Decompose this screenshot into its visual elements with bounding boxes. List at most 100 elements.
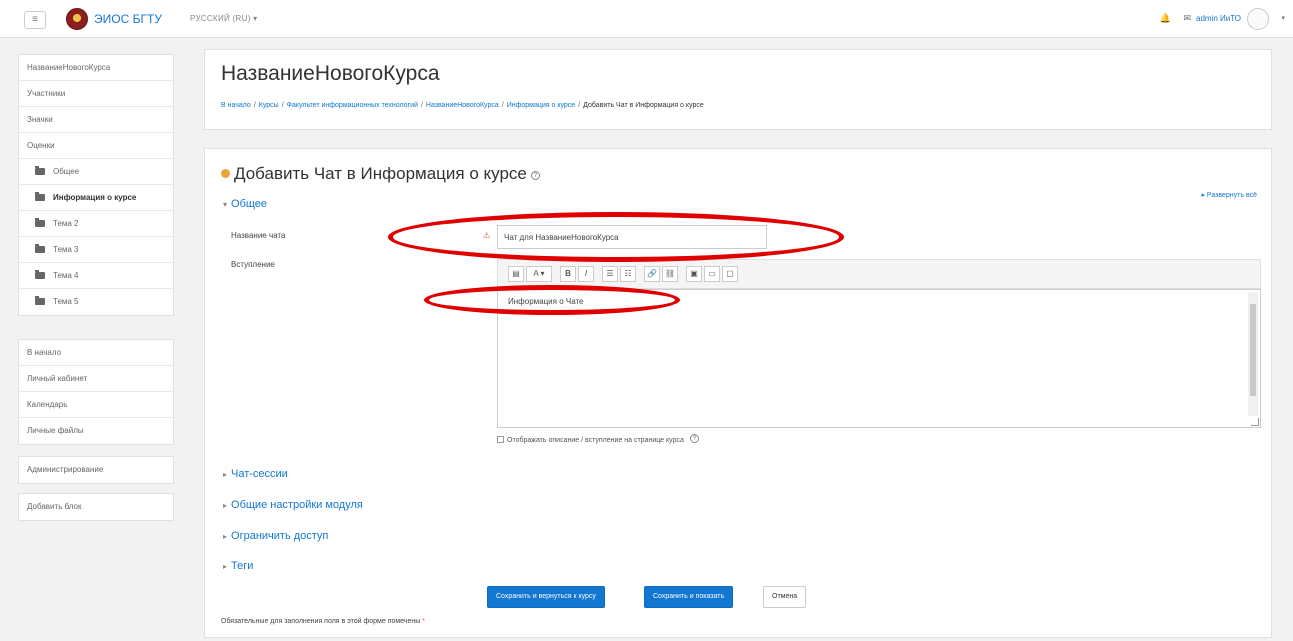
ordered-list-icon[interactable]: ☷ [620,266,636,282]
chevron-down-icon: ▾ [223,200,228,209]
folder-icon [35,244,45,253]
italic-icon[interactable]: I [578,266,594,282]
show-description-row: Отображать описание / вступление на стра… [497,434,699,444]
breadcrumb-section[interactable]: Информация о курсе [507,102,576,109]
site-logo[interactable] [66,8,88,30]
sidebar-item-label: Тема 2 [53,219,79,228]
breadcrumb: В начало / Курсы / Факультет информационных … [221,102,704,109]
top-navbar: ≡ ЭИОС БГТУ РУССКИЙ (RU) ▾ 🔔 ✉ admin ИиТ… [0,0,1293,38]
sidebar-item-course-info[interactable]: Информация о курсе [19,185,173,211]
show-description-checkbox[interactable] [497,436,504,443]
folder-icon [35,218,45,227]
section-tags-toggle[interactable]: ▸ Теги [223,560,253,572]
section-restrict-access-toggle[interactable]: ▸ Ограничить доступ [223,530,328,542]
chat-name-label: Название чата [231,231,286,240]
save-and-display-button[interactable]: Сохранить и показать [644,586,734,608]
sidebar-item-label: Календарь [27,400,68,409]
site-name[interactable]: ЭИОС БГТУ [94,12,162,26]
sidebar-item-general[interactable]: Общее [19,159,173,185]
breadcrumb-separator: / [578,102,581,109]
unordered-list-icon[interactable]: ☰ [602,266,618,282]
sidebar-item-label: Администрирование [27,465,104,474]
messages-icon[interactable]: ✉ [1183,13,1191,23]
sidebar-item-topic-3[interactable]: Тема 3 [19,237,173,263]
scrollbar-thumb[interactable] [1250,304,1256,396]
font-style-icon[interactable]: A ▾ [526,266,552,282]
image-icon[interactable]: ▣ [686,266,702,282]
sidebar-item-dashboard[interactable]: Личный кабинет [19,366,173,392]
chevron-right-icon: ▸ [223,532,228,541]
sidebar-item-grades[interactable]: Оценки [19,133,173,159]
chat-name-input[interactable] [497,225,767,249]
sidebar-item-label: Тема 3 [53,245,79,254]
course-navigation-block: НазваниеНовогоКурса Участники Значки Оце… [18,54,174,316]
add-activity-form: Добавить Чат в Информация о курсе? ▸ Раз… [204,148,1272,638]
breadcrumb-separator: / [420,102,423,109]
section-label: Чат-сессии [231,468,288,480]
sidebar-item-topic-2[interactable]: Тема 2 [19,211,173,237]
sidebar-item-label: Личный кабинет [27,374,88,383]
toolbar-toggle-icon[interactable]: ▤ [508,266,524,282]
intro-editor[interactable]: Информация о Чате [497,289,1261,428]
link-icon[interactable]: 🔗 [644,266,660,282]
page-title: НазваниеНовогоКурса [221,62,440,85]
avatar[interactable] [1247,8,1269,30]
chevron-right-icon: ▸ [223,501,228,510]
breadcrumb-course[interactable]: НазваниеНовогоКурса [426,102,499,109]
show-description-label: Отображать описание / вступление на стра… [507,437,684,444]
section-label: Ограничить доступ [231,530,329,542]
resize-handle[interactable] [1251,418,1259,426]
section-chat-sessions-toggle[interactable]: ▸ Чат-сессии [223,468,288,480]
sidebar-item-label: Значки [27,115,53,124]
required-star: * [422,618,426,625]
sidebar-item-course[interactable]: НазваниеНовогоКурса [19,55,173,81]
sidebar-item-badges[interactable]: Значки [19,107,173,133]
notifications-icon[interactable]: 🔔 [1160,13,1171,23]
help-icon[interactable]: ? [689,434,699,443]
sidebar-item-participants[interactable]: Участники [19,81,173,107]
sidebar-item-add-block[interactable]: Добавить блок [19,494,173,520]
folder-icon [35,192,45,201]
sidebar-item-topic-4[interactable]: Тема 4 [19,263,173,289]
required-fields-note: Обязательные для заполнения поля в этой … [221,618,425,625]
intro-editor-text: Информация о Чате [508,297,584,306]
sidebar-item-calendar[interactable]: Календарь [19,392,173,418]
media-icon[interactable]: ▭ [704,266,720,282]
unlink-icon[interactable]: ⛓ [662,266,678,282]
user-menu-name[interactable]: admin ИиТО [1196,14,1241,23]
bold-icon[interactable]: B [560,266,576,282]
save-and-return-button[interactable]: Сохранить и вернуться к курсу [487,586,605,608]
chat-icon [221,169,230,178]
breadcrumb-faculty[interactable]: Факультет информационных технологий [287,102,418,109]
sidebar-item-private-files[interactable]: Личные файлы [19,418,173,444]
breadcrumb-current: Добавить Чат в Информация о курсе [583,102,704,109]
breadcrumb-courses[interactable]: Курсы [259,102,279,109]
required-note-text: Обязательные для заполнения поля в этой … [221,618,421,625]
breadcrumb-home[interactable]: В начало [221,102,251,109]
sidebar-item-topic-5[interactable]: Тема 5 [19,289,173,315]
chevron-right-icon: ▸ [223,470,228,479]
cancel-button[interactable]: Отмена [763,586,807,608]
expand-all-link[interactable]: ▸ Развернуть всё [1201,191,1257,199]
sidebar-item-label: Добавить блок [27,502,82,511]
help-icon[interactable]: ? [530,171,540,180]
section-label: Теги [231,560,254,572]
section-general-toggle[interactable]: ▾ Общее [223,198,267,210]
editor-scrollbar[interactable] [1248,292,1258,416]
breadcrumb-separator: / [501,102,504,109]
sidebar-item-label: Участники [27,89,66,98]
sidebar-item-label: Оценки [27,141,55,150]
intro-label: Вступление [231,260,275,269]
section-module-settings-toggle[interactable]: ▸ Общие настройки модуля [223,499,363,511]
language-menu[interactable]: РУССКИЙ (RU) ▾ [190,14,258,23]
page-header: НазваниеНовогоКурса В начало / Курсы / Факул… [204,49,1272,130]
add-block-block: Добавить блок [18,493,174,521]
sidebar-item-home[interactable]: В начало [19,340,173,366]
sidebar-item-label: Тема 4 [53,271,79,280]
folder-icon [35,296,45,305]
chevron-down-icon[interactable]: ▾ [1281,14,1285,22]
hamburger-icon[interactable]: ≡ [24,11,46,29]
editor-toolbar: ▤ A ▾ B I ☰ ☷ 🔗 ⛓ ▣ ▭ ▢ [497,259,1261,289]
sidebar-item-administration[interactable]: Администрирование [19,457,173,483]
file-manager-icon[interactable]: ▢ [722,266,738,282]
